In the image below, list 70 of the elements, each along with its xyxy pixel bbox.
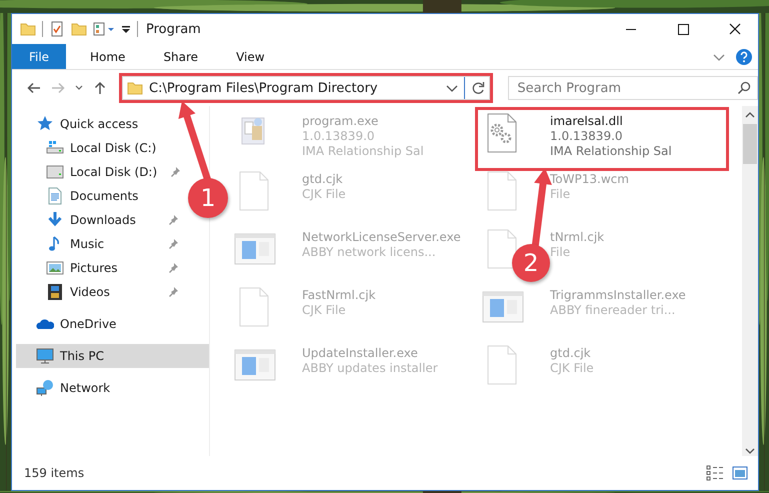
file-name: program.exe <box>302 114 380 129</box>
download-arrow-icon <box>46 211 64 229</box>
file-detail: File <box>550 187 572 202</box>
nav-item[interactable]: Videos <box>16 280 185 304</box>
search-input[interactable]: Search Program <box>517 80 737 96</box>
nav-item[interactable]: Pictures <box>16 256 185 280</box>
nav-item[interactable]: Downloads <box>16 208 185 232</box>
file-detail: 1.0.13839.0 <box>550 129 624 144</box>
folder-icon <box>127 80 143 96</box>
network-icon <box>36 379 54 397</box>
up-arrow-icon[interactable] <box>92 80 108 96</box>
checklist-icon[interactable] <box>49 21 65 37</box>
file-name: tNrml.cjk <box>550 230 604 245</box>
nav-item[interactable]: OneDrive <box>16 312 209 336</box>
file-detail: 1.0.13839.0 <box>302 129 376 144</box>
file-detail: IMA Relationship Sal <box>302 144 424 159</box>
scroll-up-icon[interactable] <box>744 110 756 120</box>
nav-item[interactable]: Network <box>16 376 209 400</box>
help-icon[interactable] <box>736 48 752 64</box>
pin-icon[interactable] <box>167 238 179 250</box>
pin-icon[interactable] <box>167 262 179 274</box>
file-detail: CJK File <box>302 303 347 318</box>
nav-item[interactable]: Documents <box>16 184 144 208</box>
ribbon-tab[interactable]: View <box>222 44 279 69</box>
file-detail: File <box>550 245 572 260</box>
scrollbar-thumb[interactable] <box>743 124 757 164</box>
star-icon <box>36 115 54 133</box>
ribbon-tab[interactable]: Home <box>76 44 140 69</box>
properties-icon[interactable] <box>93 21 115 37</box>
file-name: TrigrammsInstaller.exe <box>550 288 686 303</box>
file-name: UpdateInstaller.exe <box>302 346 419 361</box>
file-name: imarelsal.dll <box>550 114 624 129</box>
nav-item[interactable]: Quick access <box>16 112 209 136</box>
search-icon[interactable] <box>737 81 751 95</box>
file-name: NetworkLicenseServer.exe <box>302 230 461 245</box>
address-field[interactable]: C:\Program Files\Program Directory <box>122 76 490 100</box>
nav-item[interactable]: This PC <box>16 344 209 368</box>
pin-icon[interactable] <box>169 166 182 178</box>
drive-icon <box>46 163 64 181</box>
file-detail: CJK File <box>302 187 346 202</box>
file-detail: ABBY updates installer <box>302 361 438 376</box>
nav-item[interactable]: Local Disk (D:) <box>16 160 185 184</box>
file-name: ToWP13.wcm <box>550 172 629 187</box>
file-name: gtd.cjk <box>550 346 592 361</box>
picture-icon <box>46 259 64 277</box>
tiles-view-icon[interactable] <box>732 465 748 481</box>
scrollbar[interactable] <box>742 106 758 456</box>
item-count: 159 items <box>24 466 84 480</box>
window-title: Program <box>146 22 201 36</box>
details-view-icon[interactable] <box>706 465 724 481</box>
nav-item[interactable]: Local Disk (C:) <box>16 136 162 160</box>
film-icon <box>46 283 64 301</box>
refresh-icon[interactable] <box>471 81 486 95</box>
file-item[interactable]: imarelsal.dll 1.0.13839.0 IMA Relationship Sal <box>478 110 726 168</box>
pin-icon[interactable] <box>167 286 179 298</box>
document-icon <box>46 187 64 205</box>
file-detail: IMA Relationship Sal <box>550 144 672 159</box>
file-detail: ABBY finereader tri... <box>550 303 676 318</box>
back-arrow-icon[interactable] <box>26 80 42 96</box>
file-menu-button[interactable]: File <box>12 44 66 69</box>
ribbon-tab[interactable]: Share <box>149 44 212 69</box>
search-field[interactable]: Search Program <box>508 76 758 100</box>
scroll-down-icon[interactable] <box>744 446 756 456</box>
nav-item[interactable]: Music <box>16 232 185 256</box>
file-name: FastNrml.cjk <box>302 288 376 303</box>
file-detail: CJK File <box>550 361 594 376</box>
file-detail: ABBY network licens... <box>302 245 437 260</box>
file-name: gtd.cjk <box>302 172 344 187</box>
monitor-icon <box>36 347 54 365</box>
pin-icon[interactable] <box>167 214 179 226</box>
